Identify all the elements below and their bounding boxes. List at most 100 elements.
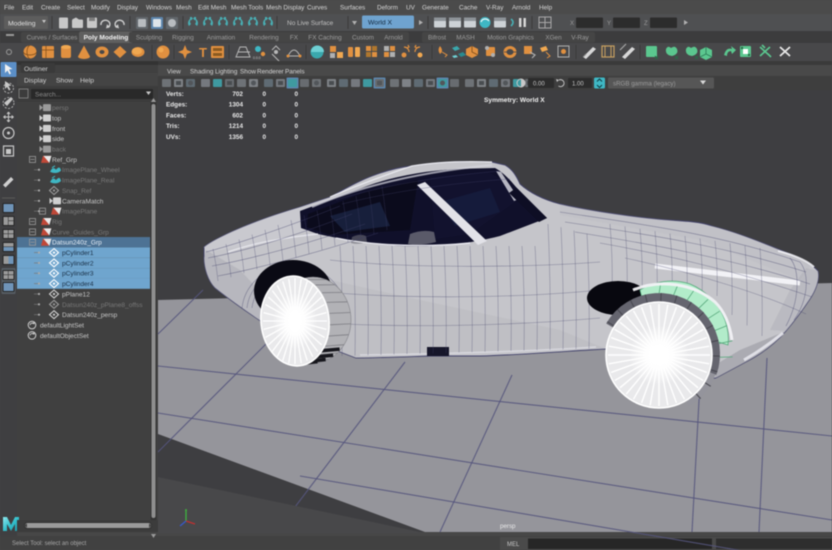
svg-text:Modeling: Modeling <box>8 21 36 28</box>
svg-text:1214: 1214 <box>229 123 244 130</box>
svg-text:0: 0 <box>262 102 266 109</box>
svg-text:File: File <box>4 5 15 12</box>
svg-text:Ref_Grp: Ref_Grp <box>52 157 77 164</box>
svg-text:Rig: Rig <box>52 219 62 226</box>
svg-text:MEL: MEL <box>507 542 520 548</box>
svg-text:Generate: Generate <box>422 5 449 12</box>
svg-text:Windows: Windows <box>146 5 172 12</box>
svg-text:View: View <box>167 69 181 76</box>
svg-text:Deform: Deform <box>377 5 398 12</box>
svg-text:Verts:: Verts: <box>166 91 184 98</box>
svg-text:defaultObjectSet: defaultObjectSet <box>40 333 89 340</box>
svg-text:Symmetry: World X: Symmetry: World X <box>484 97 545 104</box>
svg-text:X: X <box>570 21 574 27</box>
svg-text:Datsun240z_pPlane8_offss: Datsun240z_pPlane8_offss <box>62 302 143 309</box>
svg-text:0.0.0: 0.0.0 <box>253 56 261 60</box>
svg-text:top: top <box>52 115 61 122</box>
svg-text:Modify: Modify <box>91 5 111 12</box>
svg-text:Display: Display <box>117 5 139 12</box>
svg-text:1304: 1304 <box>229 102 244 109</box>
svg-text:Sculpting: Sculpting <box>136 35 163 42</box>
svg-text:Lighting: Lighting <box>215 69 238 76</box>
svg-text:pPlane12: pPlane12 <box>62 291 90 298</box>
svg-text:Curve_Guides_Grp: Curve_Guides_Grp <box>52 229 109 236</box>
svg-text:Rigging: Rigging <box>172 35 194 42</box>
svg-text:Mesh: Mesh <box>176 5 192 12</box>
svg-text:Outliner: Outliner <box>24 66 49 73</box>
svg-text:Help: Help <box>80 78 94 85</box>
svg-text:sRGB gamma (legacy): sRGB gamma (legacy) <box>613 81 676 88</box>
svg-text:Rendering: Rendering <box>249 35 279 42</box>
svg-text:FX Caching: FX Caching <box>308 35 342 42</box>
svg-text:pCylinder4: pCylinder4 <box>62 281 94 288</box>
svg-text:Edit: Edit <box>22 5 33 12</box>
svg-text:Motion Graphics: Motion Graphics <box>487 35 534 42</box>
svg-text:Panels: Panels <box>285 69 305 76</box>
svg-text:Show: Show <box>240 69 256 76</box>
svg-text:V-Ray: V-Ray <box>486 5 504 12</box>
svg-text:Select Tool: select an object: Select Tool: select an object <box>12 541 87 547</box>
svg-text:side: side <box>52 136 64 143</box>
svg-text:persp: persp <box>52 105 69 112</box>
svg-text:Search...: Search... <box>35 92 61 99</box>
svg-text:Curves / Surfaces: Curves / Surfaces <box>27 35 78 42</box>
svg-text:Edit Mesh: Edit Mesh <box>198 5 227 12</box>
svg-text:Surfaces: Surfaces <box>340 5 365 12</box>
svg-text:World X: World X <box>368 20 393 27</box>
svg-text:Mesh Display: Mesh Display <box>266 5 305 12</box>
svg-text:V-Ray: V-Ray <box>571 35 589 42</box>
svg-text:T: T <box>199 45 207 60</box>
svg-text:0.00: 0.00 <box>533 82 545 88</box>
svg-text:Z: Z <box>644 21 648 27</box>
svg-text:1356: 1356 <box>229 134 244 141</box>
svg-text:602: 602 <box>232 112 243 119</box>
svg-text:pCylinder2: pCylinder2 <box>62 260 94 267</box>
svg-text:Mesh Tools: Mesh Tools <box>231 5 263 12</box>
svg-text:Poly Modeling: Poly Modeling <box>84 35 129 42</box>
svg-text:ImagePlane: ImagePlane <box>62 209 98 216</box>
svg-text:Select: Select <box>67 5 85 12</box>
svg-text:Faces:: Faces: <box>166 112 186 119</box>
svg-text:Datsun240z_Grp: Datsun240z_Grp <box>52 240 102 247</box>
svg-text:Shading: Shading <box>190 69 214 76</box>
svg-text:Custom: Custom <box>352 35 374 42</box>
svg-text:XGen: XGen <box>545 35 562 42</box>
svg-text:0: 0 <box>262 123 266 130</box>
svg-text:1.00: 1.00 <box>572 82 584 88</box>
svg-text:Snap_Ref: Snap_Ref <box>62 188 91 195</box>
svg-text:Bifrost: Bifrost <box>428 35 446 42</box>
svg-text:Animation: Animation <box>207 35 236 42</box>
svg-text:pCylinder3: pCylinder3 <box>62 271 94 278</box>
svg-text:FX: FX <box>290 35 299 42</box>
svg-text:0: 0 <box>262 91 266 98</box>
svg-text:ImagePlane_Wheel: ImagePlane_Wheel <box>62 167 120 174</box>
svg-text:No Live Surface: No Live Surface <box>287 20 334 27</box>
svg-text:MASH: MASH <box>456 35 475 42</box>
svg-text:Show: Show <box>56 78 73 85</box>
svg-text:pCylinder1: pCylinder1 <box>62 250 94 257</box>
svg-text:Curves: Curves <box>307 5 327 12</box>
svg-text:UV: UV <box>406 5 416 12</box>
svg-text:CameraMatch: CameraMatch <box>62 198 104 205</box>
svg-text:ImagePlane_Real: ImagePlane_Real <box>62 178 115 185</box>
svg-text:Display: Display <box>24 78 47 85</box>
svg-text:0: 0 <box>262 134 266 141</box>
svg-text:0: 0 <box>294 134 298 141</box>
svg-text:Create: Create <box>41 5 61 12</box>
svg-text:Help: Help <box>539 5 553 12</box>
svg-text:Edges:: Edges: <box>166 102 187 109</box>
svg-text:Arnold: Arnold <box>512 5 531 12</box>
svg-text:Cache: Cache <box>459 5 478 12</box>
svg-text:front: front <box>52 126 65 133</box>
svg-text:Tris:: Tris: <box>166 123 180 130</box>
svg-text:702: 702 <box>232 91 243 98</box>
svg-text:0: 0 <box>294 102 298 109</box>
svg-text:Renderer: Renderer <box>257 69 285 76</box>
svg-text:0: 0 <box>294 123 298 130</box>
svg-text:back: back <box>52 147 67 154</box>
svg-text:persp: persp <box>500 523 516 530</box>
svg-text:defaultLightSet: defaultLightSet <box>40 322 84 329</box>
svg-text:0: 0 <box>262 112 266 119</box>
svg-text:0: 0 <box>294 91 298 98</box>
svg-text:Datsun240z_persp: Datsun240z_persp <box>62 312 118 319</box>
